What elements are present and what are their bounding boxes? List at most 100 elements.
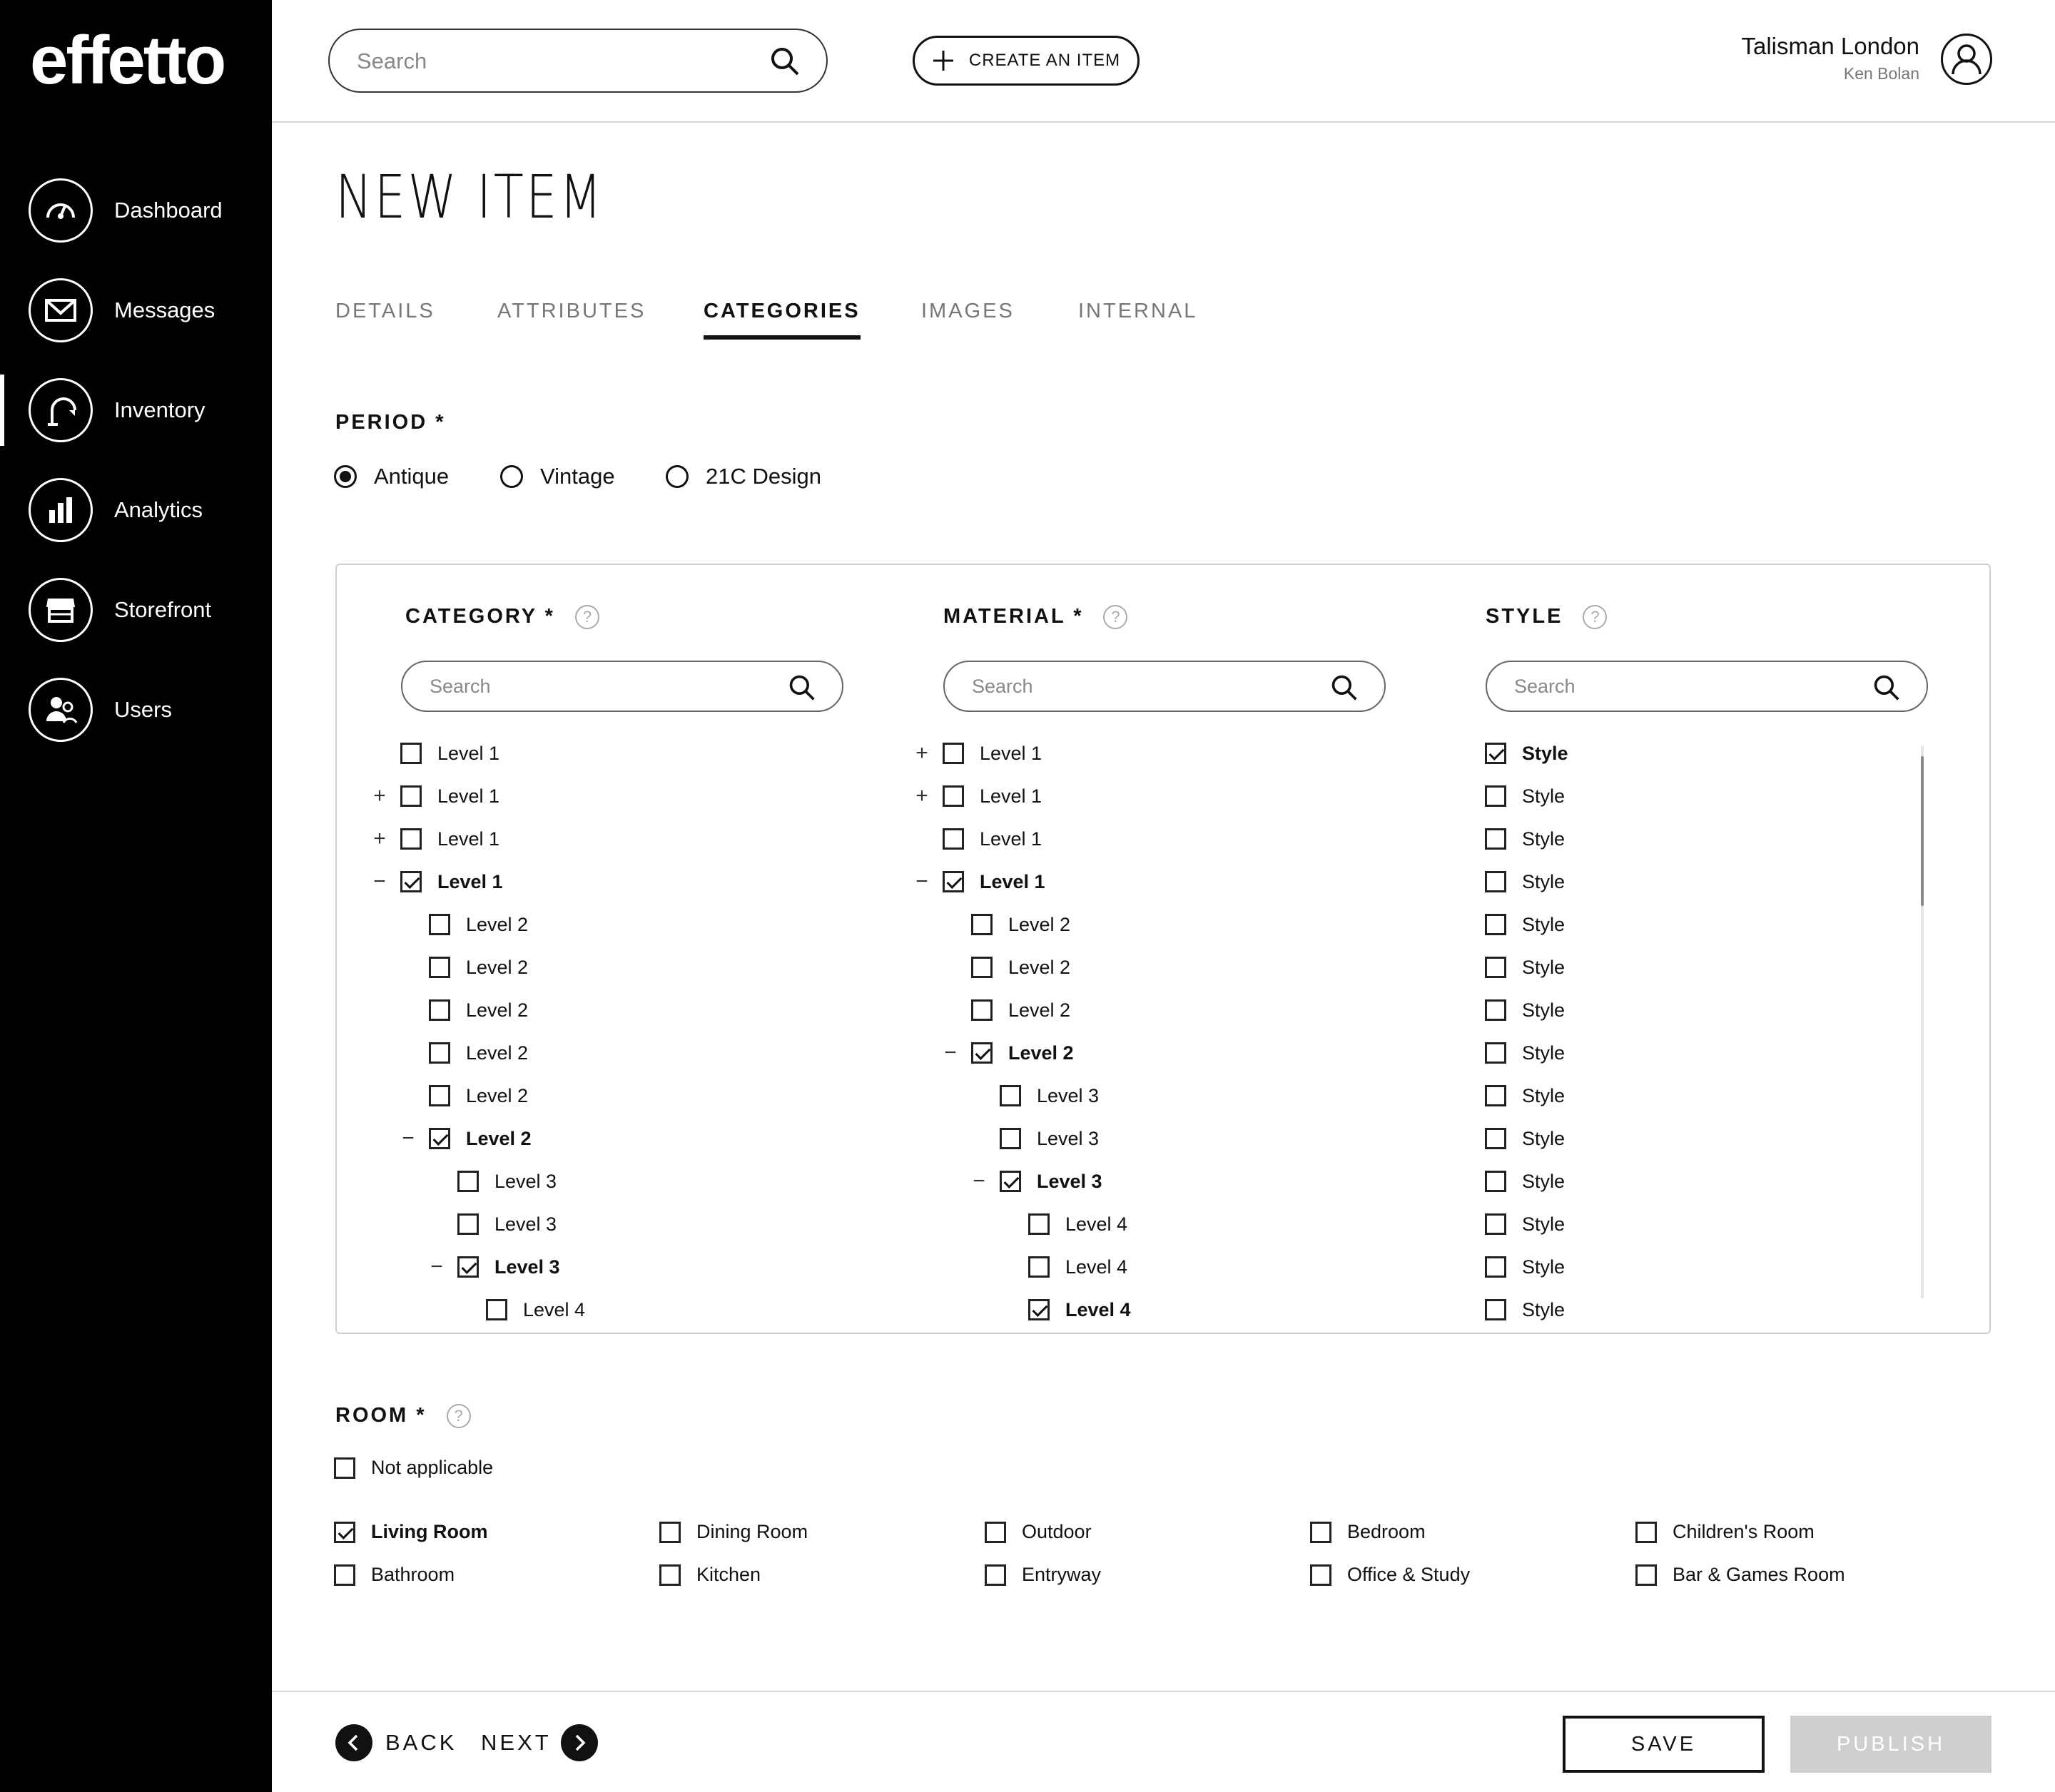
checkbox[interactable] (1485, 1085, 1506, 1106)
checkbox[interactable] (429, 1085, 450, 1106)
period-radio-21c-design[interactable]: 21C Design (666, 464, 821, 489)
room-option[interactable]: Entryway (985, 1564, 1101, 1586)
checkbox[interactable] (1028, 1256, 1050, 1278)
category-tree-row[interactable]: Level 2 (429, 908, 528, 941)
category-tree-row[interactable]: − Level 1 (373, 865, 502, 898)
category-tree-row[interactable]: Level 3 (457, 1208, 557, 1241)
material-tree-row[interactable]: Level 2 (971, 951, 1070, 984)
material-tree-row[interactable]: − Level 2 (944, 1037, 1073, 1069)
category-tree-row[interactable]: Level 4 (486, 1293, 585, 1326)
checkbox[interactable] (1635, 1521, 1657, 1543)
save-button[interactable]: SAVE (1563, 1716, 1765, 1773)
checkbox[interactable] (659, 1521, 681, 1543)
style-tree-row[interactable]: Style (1485, 951, 1565, 984)
category-tree-row[interactable]: Level 2 (429, 1079, 528, 1112)
search-icon[interactable] (1872, 673, 1901, 706)
style-scrollbar-thumb[interactable] (1921, 756, 1924, 906)
material-tree-row[interactable]: Level 4 (1028, 1208, 1127, 1241)
style-tree-row[interactable]: Style (1485, 1251, 1565, 1283)
checkbox[interactable] (457, 1171, 479, 1192)
tab-categories[interactable]: CATEGORIES (704, 300, 861, 340)
nav-item-dashboard[interactable]: Dashboard (0, 168, 272, 253)
nav-item-messages[interactable]: Messages (0, 268, 272, 353)
checkbox[interactable] (1485, 1299, 1506, 1320)
checkbox[interactable] (1485, 1171, 1506, 1192)
checkbox[interactable] (1485, 999, 1506, 1021)
collapse-icon[interactable]: − (968, 1169, 990, 1193)
checkbox[interactable] (1485, 871, 1506, 892)
collapse-icon[interactable]: − (911, 870, 933, 894)
material-tree-row[interactable]: Level 1 (943, 823, 1042, 855)
checkbox[interactable] (985, 1521, 1006, 1543)
style-tree-row[interactable]: Style (1485, 1079, 1565, 1112)
checkbox[interactable] (971, 999, 993, 1021)
category-tree-row[interactable]: − Level 2 (402, 1122, 531, 1155)
tab-details[interactable]: DETAILS (335, 300, 435, 340)
style-tree-row[interactable]: Style (1485, 865, 1565, 898)
help-icon[interactable]: ? (446, 1404, 471, 1429)
category-search-input[interactable] (430, 672, 772, 701)
room-option[interactable]: Bar & Games Room (1635, 1564, 1845, 1586)
material-search-input[interactable] (972, 672, 1314, 701)
material-tree-row[interactable]: Level 3 (1000, 1122, 1099, 1155)
checkbox[interactable] (943, 785, 964, 807)
create-item-button[interactable]: CREATE AN ITEM (913, 36, 1140, 86)
checkbox[interactable] (457, 1213, 479, 1235)
material-tree-row[interactable]: + Level 1 (915, 780, 1042, 813)
checkbox[interactable] (943, 871, 964, 892)
material-tree-row[interactable]: − Level 1 (915, 865, 1045, 898)
room-option[interactable]: Children's Room (1635, 1521, 1815, 1543)
collapse-icon[interactable]: − (426, 1255, 447, 1279)
checkbox[interactable] (429, 1128, 450, 1149)
checkbox[interactable] (1000, 1085, 1021, 1106)
room-option[interactable]: Bedroom (1310, 1521, 1426, 1543)
room-option[interactable]: Kitchen (659, 1564, 761, 1586)
category-tree-row[interactable]: Level 3 (457, 1165, 557, 1198)
collapse-icon[interactable]: − (397, 1126, 419, 1151)
category-tree-row[interactable]: + Level 1 (373, 780, 499, 813)
checkbox[interactable] (429, 914, 450, 935)
next-button[interactable] (561, 1724, 598, 1761)
period-radio-vintage[interactable]: Vintage (500, 464, 615, 489)
checkbox[interactable] (943, 743, 964, 764)
checkbox[interactable] (429, 999, 450, 1021)
checkbox[interactable] (659, 1564, 681, 1586)
radio-button[interactable] (334, 465, 357, 488)
material-tree-row[interactable]: Level 2 (971, 994, 1070, 1027)
nav-item-inventory[interactable]: Inventory (0, 367, 272, 453)
checkbox[interactable] (1485, 828, 1506, 850)
material-tree-row[interactable]: Level 2 (971, 908, 1070, 941)
checkbox[interactable] (971, 914, 993, 935)
material-tree-row[interactable]: − Level 3 (973, 1165, 1102, 1198)
checkbox[interactable] (971, 957, 993, 978)
collapse-icon[interactable]: − (369, 870, 390, 894)
category-tree-row[interactable]: − Level 3 (430, 1251, 559, 1283)
checkbox[interactable] (1028, 1213, 1050, 1235)
category-tree-row[interactable]: Level 1 (400, 737, 499, 770)
checkbox[interactable] (457, 1256, 479, 1278)
checkbox[interactable] (334, 1521, 355, 1543)
checkbox[interactable] (1485, 1128, 1506, 1149)
logo[interactable]: effetto (30, 21, 226, 100)
checkbox[interactable] (1000, 1171, 1021, 1192)
material-tree-row[interactable]: Level 3 (1000, 1079, 1099, 1112)
style-tree-row[interactable]: Style (1485, 823, 1565, 855)
room-option[interactable]: Office & Study (1310, 1564, 1470, 1586)
style-tree-row[interactable]: Style (1485, 1122, 1565, 1155)
checkbox[interactable] (1028, 1299, 1050, 1320)
checkbox[interactable] (400, 743, 422, 764)
checkbox[interactable] (943, 828, 964, 850)
checkbox[interactable] (1485, 743, 1506, 764)
search-input[interactable] (357, 44, 756, 78)
search-icon[interactable] (788, 673, 816, 706)
category-tree-row[interactable]: Level 2 (429, 1037, 528, 1069)
expand-icon[interactable]: + (369, 827, 390, 851)
checkbox[interactable] (334, 1564, 355, 1586)
style-tree-row[interactable]: Style (1485, 908, 1565, 941)
checkbox[interactable] (1310, 1564, 1331, 1586)
help-icon[interactable]: ? (1583, 605, 1608, 630)
material-tree-row[interactable]: + Level 1 (915, 737, 1042, 770)
checkbox[interactable] (429, 1042, 450, 1064)
checkbox[interactable] (1485, 1042, 1506, 1064)
style-search-input[interactable] (1514, 672, 1857, 701)
